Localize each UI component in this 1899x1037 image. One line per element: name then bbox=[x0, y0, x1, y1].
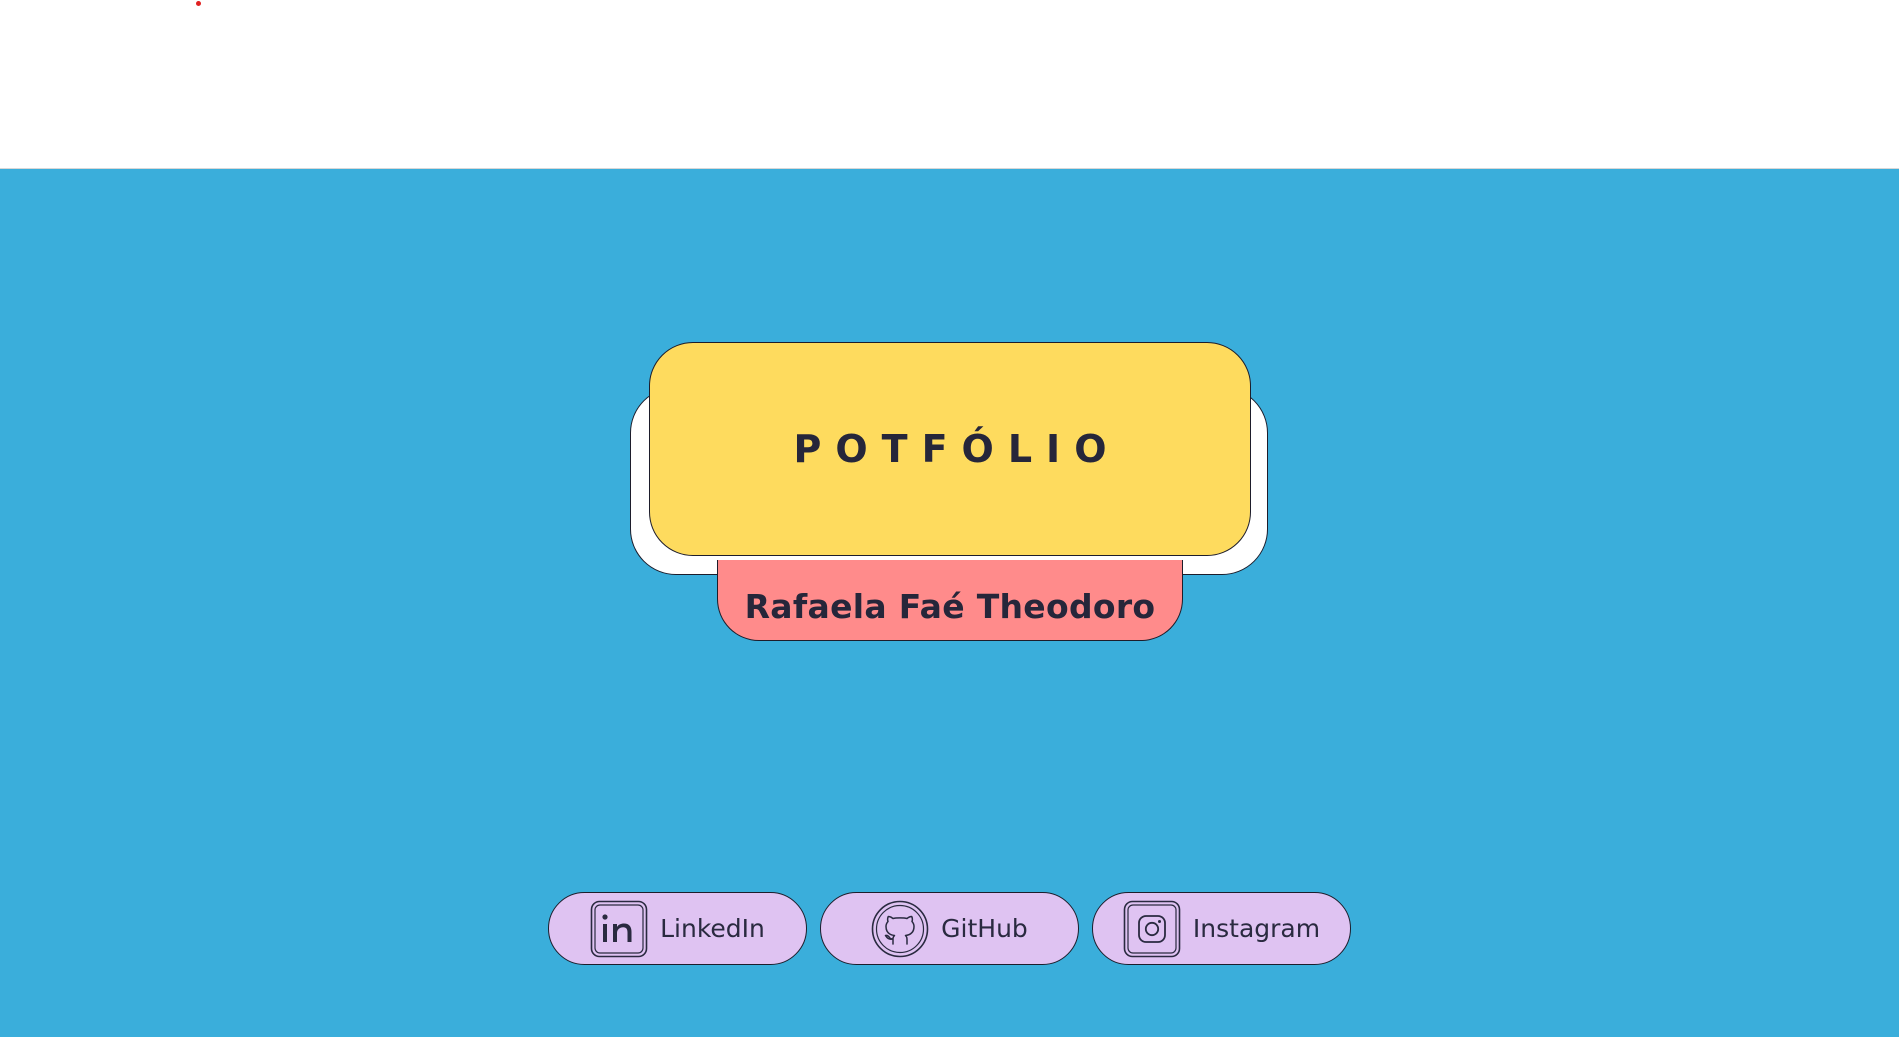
page-title: POTFÓLIO bbox=[793, 427, 1121, 471]
github-icon bbox=[871, 900, 929, 958]
github-label: GitHub bbox=[941, 914, 1028, 943]
social-links: LinkedIn GitHub Instagram bbox=[548, 892, 1351, 965]
header-bar bbox=[0, 0, 1899, 169]
title-card: POTFÓLIO bbox=[649, 342, 1251, 556]
name-card: Rafaela Faé Theodoro bbox=[717, 560, 1183, 641]
instagram-button[interactable]: Instagram bbox=[1092, 892, 1351, 965]
linkedin-label: LinkedIn bbox=[660, 914, 765, 943]
page: Rafaela Faé Theodoro POTFÓLIO LinkedIn G… bbox=[0, 0, 1899, 1037]
red-dot bbox=[196, 1, 201, 6]
github-button[interactable]: GitHub bbox=[820, 892, 1079, 965]
linkedin-button[interactable]: LinkedIn bbox=[548, 892, 807, 965]
author-name: Rafaela Faé Theodoro bbox=[744, 587, 1156, 626]
linkedin-icon bbox=[590, 900, 648, 958]
instagram-label: Instagram bbox=[1192, 914, 1321, 943]
instagram-icon bbox=[1123, 900, 1181, 958]
